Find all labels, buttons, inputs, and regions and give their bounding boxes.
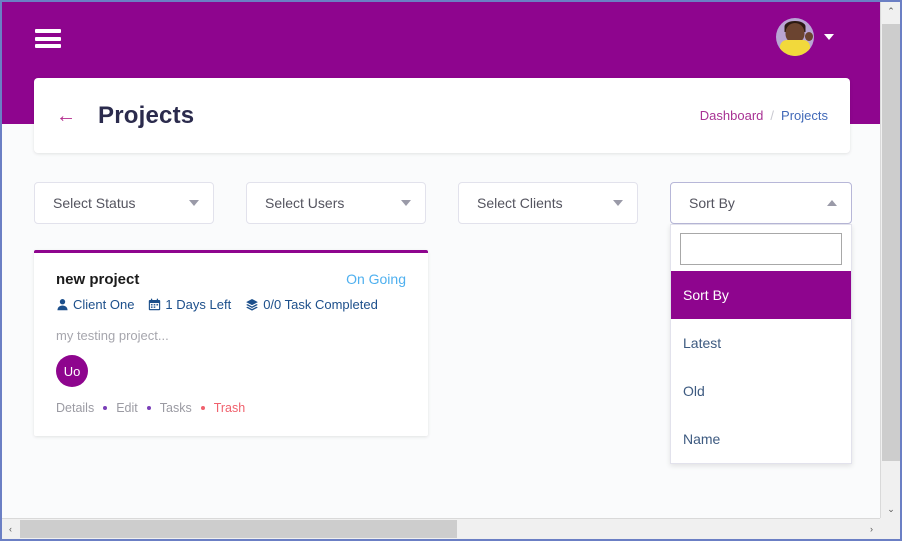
browser-window: ← Projects Dashboard / Projects Select S…: [0, 0, 902, 541]
vertical-scrollbar-thumb[interactable]: [882, 24, 900, 461]
select-clients-label: Select Clients: [477, 195, 563, 211]
chevron-down-icon[interactable]: [824, 34, 834, 40]
breadcrumb-dashboard[interactable]: Dashboard: [700, 108, 764, 123]
scrollbar-corner: [880, 518, 900, 539]
project-card-header: new project On Going: [56, 271, 406, 288]
project-card[interactable]: new project On Going Client One 1 Days L…: [34, 250, 428, 436]
select-clients[interactable]: Select Clients: [458, 182, 638, 224]
project-tasks-label: 0/0 Task Completed: [263, 297, 378, 312]
breadcrumb-projects[interactable]: Projects: [781, 108, 828, 123]
select-status[interactable]: Select Status: [34, 182, 214, 224]
scroll-down-icon[interactable]: ⌄: [881, 500, 900, 518]
sort-by-dropdown: Sort By Latest Old Name: [670, 224, 852, 464]
project-meta: Client One 1 Days Left 0/0 Task Complete…: [56, 297, 406, 312]
filter-bar: Select Status Select Users Select Client…: [34, 182, 852, 224]
sort-option-old[interactable]: Old: [671, 367, 851, 415]
project-action-tasks[interactable]: Tasks: [160, 401, 192, 415]
dropdown-search-wrap: [671, 225, 851, 271]
select-users-label: Select Users: [265, 195, 345, 211]
avatar[interactable]: [776, 18, 814, 56]
user-icon: [57, 299, 68, 311]
sort-by-search-input[interactable]: [680, 233, 842, 265]
bullet-separator-icon: [146, 406, 151, 410]
project-tasks[interactable]: 0/0 Task Completed: [245, 297, 378, 312]
select-status-label: Select Status: [53, 195, 136, 211]
project-client-label: Client One: [73, 297, 135, 312]
vertical-scrollbar[interactable]: ⌃ ⌄: [880, 2, 900, 518]
bullet-separator-icon: [103, 406, 108, 410]
calendar-icon: [149, 298, 161, 311]
sort-option-label: Name: [683, 431, 721, 447]
breadcrumb-separator: /: [770, 108, 775, 123]
bullet-separator-icon: [200, 406, 205, 410]
scroll-up-icon[interactable]: ⌃: [881, 2, 900, 20]
project-member-avatar[interactable]: Uo: [56, 355, 88, 387]
status-badge[interactable]: On Going: [346, 271, 406, 287]
select-users[interactable]: Select Users: [246, 182, 426, 224]
sort-option-latest[interactable]: Latest: [671, 319, 851, 367]
scroll-left-icon[interactable]: ‹: [2, 519, 19, 539]
horizontal-scrollbar-thumb[interactable]: [20, 520, 457, 538]
chevron-up-icon[interactable]: [827, 200, 837, 206]
page-header-card: ← Projects Dashboard / Projects: [34, 78, 850, 153]
sort-option-label: Latest: [683, 335, 722, 351]
chevron-down-icon[interactable]: [401, 200, 411, 206]
sort-option-sort-by[interactable]: Sort By: [671, 271, 851, 319]
sort-option-label: Old: [683, 383, 705, 399]
project-days-left[interactable]: 1 Days Left: [148, 297, 231, 312]
project-action-edit[interactable]: Edit: [116, 401, 138, 415]
select-sort-by-label: Sort By: [689, 195, 735, 211]
project-actions: Details Edit Tasks Trash: [56, 401, 406, 415]
select-sort-by[interactable]: Sort By: [670, 182, 852, 224]
hamburger-icon[interactable]: [35, 26, 61, 51]
project-name: new project: [56, 271, 140, 288]
chevron-down-icon[interactable]: [613, 200, 623, 206]
page-title: Projects: [98, 101, 195, 129]
chevron-down-icon[interactable]: [189, 200, 199, 206]
project-client[interactable]: Client One: [56, 297, 134, 312]
scroll-right-icon[interactable]: ›: [863, 519, 880, 539]
sort-option-name[interactable]: Name: [671, 415, 851, 463]
project-description: my testing project...: [56, 328, 169, 343]
breadcrumb: Dashboard / Projects: [700, 108, 828, 123]
project-action-details[interactable]: Details: [56, 401, 94, 415]
sort-option-label: Sort By: [683, 287, 729, 303]
back-arrow-icon[interactable]: ←: [56, 106, 76, 126]
project-action-trash[interactable]: Trash: [214, 401, 246, 415]
user-menu[interactable]: [776, 18, 834, 56]
project-days-left-label: 1 Days Left: [165, 297, 232, 312]
horizontal-scrollbar[interactable]: ‹ ›: [2, 518, 880, 539]
page-viewport: ← Projects Dashboard / Projects Select S…: [2, 2, 880, 518]
layers-icon: [246, 298, 259, 311]
